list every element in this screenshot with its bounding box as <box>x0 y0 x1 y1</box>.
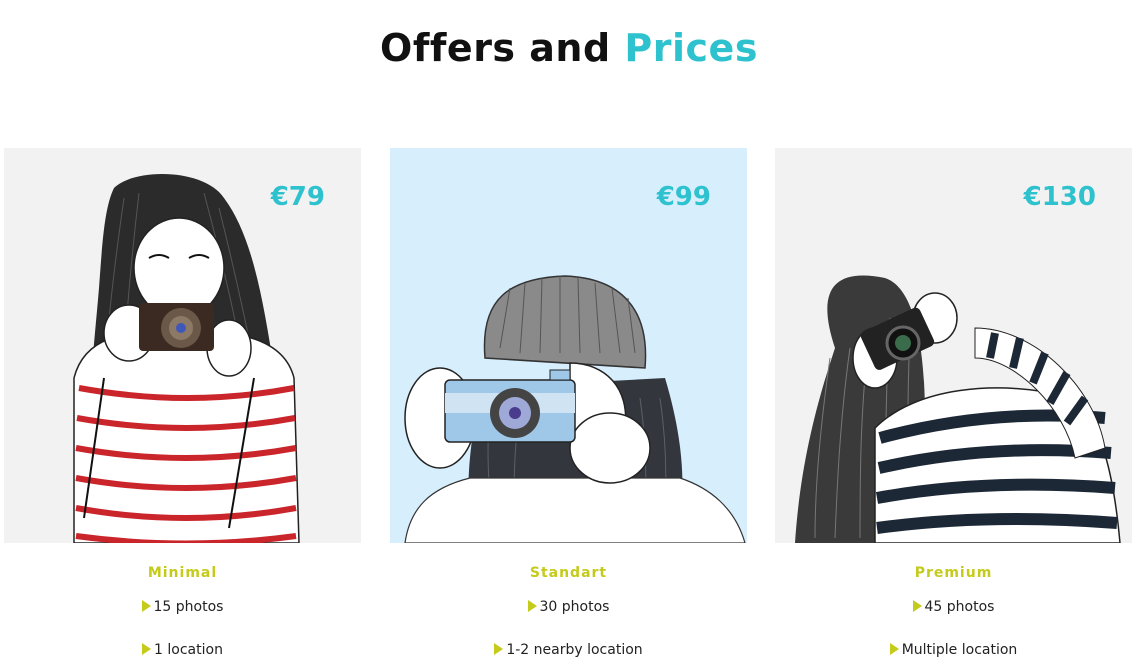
feature-text: 15 photos <box>153 599 224 615</box>
feature-text: 45 photos <box>924 599 995 615</box>
plan-name-standart: Standart <box>529 565 608 581</box>
feature-item: 1-2 nearby location <box>390 642 747 658</box>
triangle-bullet-icon <box>494 643 504 655</box>
feature-item: 45 photos <box>775 599 1132 615</box>
feature-item: 15 photos <box>4 599 361 615</box>
feature-text: 1-2 nearby location <box>506 642 643 658</box>
pricing-card-standart[interactable]: €99 <box>390 148 747 543</box>
plan-name-premium: Premium <box>914 565 993 581</box>
pricing-card-premium[interactable]: €130 <box>775 148 1132 543</box>
feature-item: 30 photos <box>390 599 747 615</box>
feature-item: 1 location <box>4 642 361 658</box>
feature-text: 30 photos <box>539 599 610 615</box>
feature-item: Multiple location <box>775 642 1132 658</box>
title-accent-text: Prices <box>624 26 758 70</box>
page-title: Offers and Prices <box>0 26 1138 70</box>
pricing-card-minimal[interactable]: €79 <box>4 148 361 543</box>
price-label: €130 <box>1023 182 1096 212</box>
triangle-bullet-icon <box>912 600 922 612</box>
price-label: €79 <box>270 182 325 212</box>
title-text: Offers and <box>380 26 611 70</box>
price-label: €99 <box>656 182 711 212</box>
feature-text: 1 location <box>154 642 223 658</box>
triangle-bullet-icon <box>889 643 899 655</box>
triangle-bullet-icon <box>527 600 537 612</box>
triangle-bullet-icon <box>141 600 151 612</box>
triangle-bullet-icon <box>142 643 152 655</box>
plan-name-minimal: Minimal <box>147 565 218 581</box>
feature-text: Multiple location <box>901 642 1018 658</box>
